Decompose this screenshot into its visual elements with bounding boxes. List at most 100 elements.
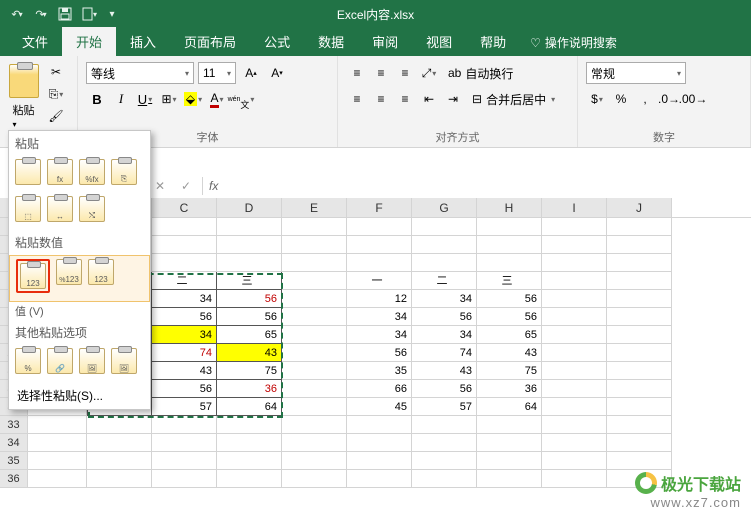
cell[interactable] [607, 416, 672, 434]
cell[interactable] [152, 434, 217, 452]
row-header[interactable]: 33 [0, 416, 28, 434]
cell[interactable]: 57 [412, 398, 477, 416]
col-header[interactable]: D [217, 198, 282, 217]
redo-button[interactable]: ↷▾ [30, 3, 52, 25]
phonetic-button[interactable]: wén文▾ [230, 88, 252, 110]
cell[interactable] [542, 218, 607, 236]
tab-help[interactable]: 帮助 [466, 27, 520, 56]
cell[interactable] [282, 398, 347, 416]
paste-formulas-numfmt-icon[interactable]: %fx [79, 159, 105, 185]
cell[interactable] [477, 470, 542, 488]
cell[interactable] [282, 470, 347, 488]
underline-button[interactable]: U▾ [134, 88, 156, 110]
cell[interactable] [282, 344, 347, 362]
cell[interactable]: 34 [347, 308, 412, 326]
cell[interactable] [282, 416, 347, 434]
indent-inc-button[interactable]: ⇥ [442, 88, 464, 110]
col-header[interactable]: J [607, 198, 672, 217]
tab-layout[interactable]: 页面布局 [170, 27, 250, 56]
cell[interactable]: 45 [347, 398, 412, 416]
cell[interactable]: 三 [477, 272, 542, 290]
fx-icon[interactable]: fx [209, 179, 218, 193]
col-header[interactable]: F [347, 198, 412, 217]
cell[interactable]: 56 [412, 308, 477, 326]
cell[interactable] [607, 308, 672, 326]
font-size-combo[interactable]: 11▾ [198, 62, 236, 84]
tab-formulas[interactable]: 公式 [250, 27, 304, 56]
tab-data[interactable]: 数据 [304, 27, 358, 56]
fill-color-button[interactable]: ⬙▾ [182, 88, 204, 110]
cell[interactable]: 43 [152, 362, 217, 380]
cell[interactable] [607, 272, 672, 290]
cell[interactable] [217, 236, 282, 254]
font-name-combo[interactable]: 等线▾ [86, 62, 194, 84]
italic-button[interactable]: I [110, 88, 132, 110]
cell[interactable] [152, 236, 217, 254]
paste-formatting-icon[interactable]: % [15, 348, 41, 374]
cell[interactable]: 66 [347, 380, 412, 398]
paste-values-icon[interactable]: 123 [20, 263, 46, 289]
cell[interactable] [347, 236, 412, 254]
cell[interactable] [607, 398, 672, 416]
cell[interactable] [477, 416, 542, 434]
cell[interactable]: 34 [347, 326, 412, 344]
cell[interactable] [152, 218, 217, 236]
grow-font-button[interactable]: A▴ [240, 62, 262, 84]
tab-home[interactable]: 开始 [62, 27, 116, 56]
paste-all-icon[interactable] [15, 159, 41, 185]
cell[interactable] [282, 308, 347, 326]
paste-special-menu-item[interactable]: 选择性粘贴(S)... [9, 382, 150, 409]
paste-keep-source-fmt-icon[interactable]: ⎘ [111, 159, 137, 185]
paste-link-icon[interactable]: 🔗 [47, 348, 73, 374]
cell[interactable] [607, 362, 672, 380]
increase-decimal-button[interactable]: .0→ [658, 88, 680, 110]
cancel-icon[interactable]: ✕ [150, 179, 170, 193]
paste-picture-icon[interactable]: 🖼 [79, 348, 105, 374]
cell[interactable] [282, 326, 347, 344]
cell[interactable] [347, 254, 412, 272]
cell[interactable] [217, 434, 282, 452]
cell[interactable] [542, 470, 607, 488]
cell[interactable] [477, 236, 542, 254]
cell[interactable]: 65 [477, 326, 542, 344]
cell[interactable]: 64 [217, 398, 282, 416]
cell[interactable] [542, 398, 607, 416]
cell[interactable] [412, 254, 477, 272]
undo-button[interactable]: ↶▾ [6, 3, 28, 25]
cell[interactable] [152, 470, 217, 488]
bold-button[interactable]: B [86, 88, 108, 110]
cell[interactable] [217, 470, 282, 488]
cell[interactable] [542, 326, 607, 344]
cell[interactable]: 34 [412, 290, 477, 308]
cell[interactable] [412, 452, 477, 470]
tab-insert[interactable]: 插入 [116, 27, 170, 56]
row-header[interactable]: 34 [0, 434, 28, 452]
row-header[interactable]: 36 [0, 470, 28, 488]
cell[interactable] [542, 380, 607, 398]
cell[interactable]: 36 [477, 380, 542, 398]
align-left-button[interactable]: ≡ [346, 88, 368, 110]
cell[interactable] [282, 236, 347, 254]
save-button[interactable] [54, 3, 76, 25]
border-button[interactable]: ⊞▾ [158, 88, 180, 110]
col-header[interactable]: G [412, 198, 477, 217]
cell[interactable]: 34 [152, 290, 217, 308]
cell[interactable]: 74 [152, 344, 217, 362]
cell[interactable] [412, 218, 477, 236]
cell[interactable] [412, 470, 477, 488]
cell[interactable]: 三 [217, 272, 282, 290]
cell[interactable] [347, 416, 412, 434]
shrink-font-button[interactable]: A▾ [266, 62, 288, 84]
col-header[interactable]: C [152, 198, 217, 217]
cell[interactable] [282, 452, 347, 470]
cell[interactable] [607, 290, 672, 308]
cell[interactable] [542, 452, 607, 470]
cell[interactable]: 74 [412, 344, 477, 362]
cell[interactable]: 34 [152, 326, 217, 344]
paste-formulas-icon[interactable]: fx [47, 159, 73, 185]
cell[interactable] [347, 452, 412, 470]
qat-customize[interactable]: ▾ [102, 3, 124, 25]
col-header[interactable]: I [542, 198, 607, 217]
cell[interactable] [412, 434, 477, 452]
cell[interactable] [282, 290, 347, 308]
